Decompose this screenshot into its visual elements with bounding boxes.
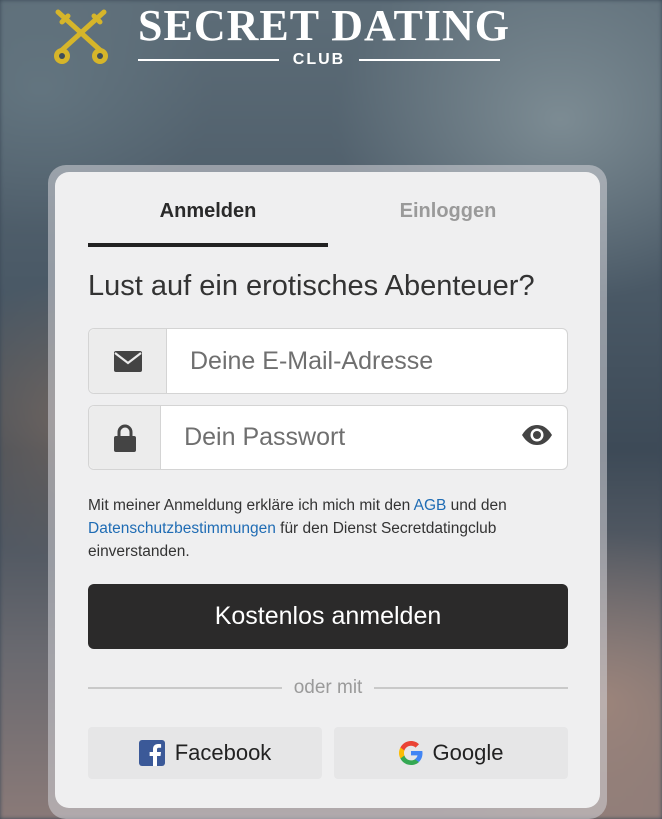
- site-header: SECRET DATING CLUB: [0, 0, 662, 80]
- tab-login[interactable]: Einloggen: [328, 200, 568, 222]
- divider-line-left: [88, 687, 282, 689]
- divider-line-right: [374, 687, 569, 689]
- auth-tabs: Anmelden Einloggen: [88, 172, 568, 248]
- active-tab-indicator: [88, 243, 328, 247]
- lock-icon: [89, 406, 162, 469]
- logo-subtitle-row: CLUB: [138, 50, 500, 70]
- agb-link[interactable]: AGB: [414, 497, 447, 514]
- legal-notice: Mit meiner Anmeldung erkläre ich mich mi…: [88, 494, 568, 563]
- legal-prefix: Mit meiner Anmeldung erkläre ich mich mi…: [88, 497, 414, 514]
- signup-button[interactable]: Kostenlos anmelden: [88, 584, 568, 649]
- show-password-toggle[interactable]: [506, 406, 567, 469]
- email-input[interactable]: [167, 329, 567, 393]
- password-input[interactable]: [161, 406, 507, 469]
- logo-subtitle: CLUB: [292, 51, 346, 68]
- envelope-icon: [89, 329, 167, 393]
- eye-icon: [521, 424, 553, 451]
- logo-title: SECRET DATING: [138, 1, 511, 50]
- logo-divider-right: [359, 59, 500, 61]
- facebook-button[interactable]: Facebook: [88, 727, 322, 779]
- privacy-link[interactable]: Datenschutzbestimmungen: [88, 520, 276, 537]
- facebook-icon: [138, 740, 165, 766]
- or-divider: oder mit: [88, 677, 569, 699]
- crossed-keys-icon: [48, 6, 114, 66]
- google-button[interactable]: Google: [334, 727, 568, 779]
- google-label: Google: [432, 740, 504, 765]
- logo-divider-left: [138, 59, 279, 61]
- legal-middle: und den: [446, 497, 507, 514]
- facebook-label: Facebook: [174, 740, 272, 765]
- page-title: Lust auf ein erotisches Abenteuer?: [88, 270, 535, 302]
- tab-signup[interactable]: Anmelden: [88, 200, 328, 222]
- password-field: [88, 405, 568, 470]
- google-icon: [398, 741, 423, 765]
- signup-card: Anmelden Einloggen Lust auf ein erotisch…: [55, 172, 600, 808]
- divider-text: oder mit: [293, 677, 363, 698]
- email-field: [88, 328, 568, 394]
